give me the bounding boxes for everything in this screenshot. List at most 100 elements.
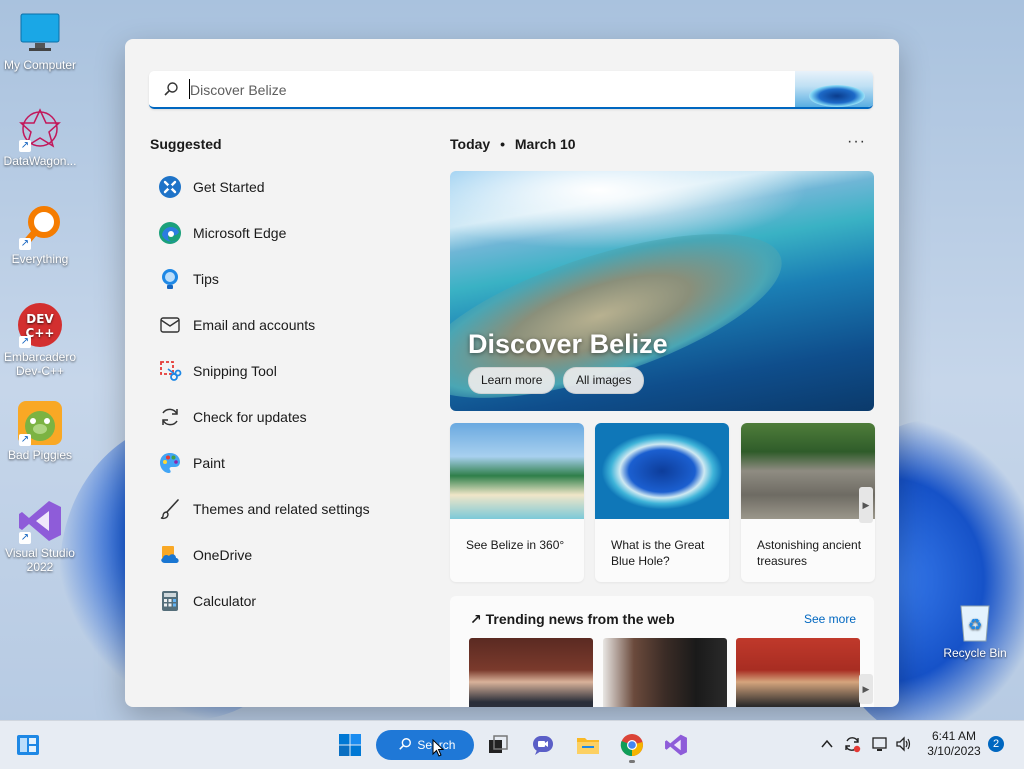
taskbar-search-button[interactable]: Search [376,730,474,760]
desktop-icon-label: Everything [11,252,69,266]
recycle-bin-icon: ♻ [952,598,998,644]
shortcut-arrow-icon: ↗ [19,336,31,348]
suggested-item-label: Snipping Tool [193,363,277,379]
suggested-item-label: Themes and related settings [193,501,370,517]
trending-heading: ↗ Trending news from the web [470,611,675,628]
beach-image [450,423,584,519]
shortcut-arrow-icon: ↗ [19,434,31,446]
card-caption: What is the Great Blue Hole? [611,538,705,568]
file-explorer-icon[interactable] [576,733,600,757]
more-options-button[interactable]: ··· [847,133,866,151]
sync-icon[interactable] [843,735,861,758]
card-blue-hole[interactable]: What is the Great Blue Hole? [595,423,729,582]
network-icon[interactable] [871,735,889,758]
volume-icon[interactable] [895,735,913,758]
search-placeholder: Discover Belize [190,82,287,98]
widgets-icon[interactable] [16,733,40,757]
start-panel: Discover Belize Suggested Get Started Mi… [125,39,899,707]
desktop-icon-label: Recycle Bin [943,646,1007,660]
cards-scroll-right-button[interactable]: ▶ [859,487,873,523]
trending-news-card: ↗ Trending news from the web See more ▶ [450,596,874,707]
taskbar: Search 6:41 AM 3/10/2023 2 [0,720,1024,769]
get-started-icon [157,174,183,200]
suggested-item-email[interactable]: Email and accounts [157,302,417,348]
desktop-icon-my-computer[interactable]: My Computer [0,10,80,72]
clock[interactable]: 6:41 AM 3/10/2023 [926,729,982,759]
all-images-button[interactable]: All images [563,367,645,394]
today-date: March 10 [514,136,576,152]
search-icon [398,732,412,762]
chrome-icon[interactable] [620,733,644,763]
start-button-icon[interactable] [338,733,362,757]
blue-hole-image [809,85,865,107]
visual-studio-taskbar-icon[interactable] [664,733,688,757]
suggested-item-snipping-tool[interactable]: Snipping Tool [157,348,417,394]
shortcut-arrow-icon: ↗ [19,140,31,152]
see-more-link[interactable]: See more [804,612,856,626]
suggested-item-get-started[interactable]: Get Started [157,164,417,210]
trending-title: Trending news from the web [485,611,675,627]
news-thumbnail[interactable] [603,638,727,707]
suggested-item-edge[interactable]: Microsoft Edge [157,210,417,256]
suggested-item-calculator[interactable]: Calculator [157,578,417,624]
suggested-list: Get Started Microsoft Edge Tips Email an… [157,164,417,624]
trending-arrow-icon: ↗ [470,611,482,627]
suggested-item-label: OneDrive [193,547,253,563]
card-caption: Astonishing ancient treasures [757,538,862,568]
notification-badge[interactable]: 2 [988,736,1004,752]
card-belize-360[interactable]: See Belize in 360° [450,423,584,582]
desktop-icon-dev-cpp[interactable]: DEV C++ ↗ Embarcadero Dev-C++ [0,302,80,378]
brush-icon [157,496,183,522]
suggested-item-tips[interactable]: Tips [157,256,417,302]
svg-text:♻: ♻ [968,615,982,634]
dev-cpp-icon: DEV C++ ↗ [17,302,63,348]
tips-icon [157,266,183,292]
suggested-item-label: Email and accounts [193,317,316,333]
card-caption: See Belize in 360° [466,538,565,552]
bad-piggies-icon: ↗ [17,400,63,446]
desktop-icon-recycle-bin[interactable]: ♻ Recycle Bin [935,598,1015,660]
news-thumbnail[interactable] [469,638,593,707]
card-ancient-treasures[interactable]: Astonishing ancient treasures [741,423,875,582]
today-label: Today [450,136,491,152]
clock-date: 3/10/2023 [927,744,981,758]
desktop-icon-datawagon[interactable]: ↗ DataWagon... [0,106,80,168]
desktop-icon-visual-studio[interactable]: ↗ Visual Studio 2022 [0,498,80,574]
desktop-icon-label: DataWagon... [3,154,77,168]
magnifier-orange-icon: ↗ [17,204,63,250]
learn-more-button[interactable]: Learn more [468,367,556,394]
hero-card[interactable]: Discover Belize Learn more All images [450,171,874,411]
desktop-icon-label: My Computer [3,58,77,72]
task-view-icon[interactable] [486,733,510,757]
suggested-item-label: Microsoft Edge [193,225,287,241]
suggested-item-label: Calculator [193,593,257,609]
desktop-icon-bad-piggies[interactable]: ↗ Bad Piggies [0,400,80,462]
news-scroll-right-button[interactable]: ▶ [859,674,873,704]
search-highlight-image[interactable] [795,71,873,107]
desktop-icon-label: Embarcadero Dev-C++ [3,350,77,378]
suggested-item-themes[interactable]: Themes and related settings [157,486,417,532]
desktop-icon-label: Visual Studio 2022 [5,546,75,574]
news-thumbnail[interactable] [736,638,860,707]
mouse-cursor-icon [432,738,445,762]
svg-text:DEV: DEV [26,312,54,326]
onedrive-icon [157,542,183,568]
suggested-item-check-updates[interactable]: Check for updates [157,394,417,440]
suggested-item-paint[interactable]: Paint [157,440,417,486]
hero-title: Discover Belize [468,329,668,359]
search-box[interactable]: Discover Belize [149,71,873,109]
today-separator: • [500,136,505,152]
shortcut-arrow-icon: ↗ [19,238,31,250]
visual-studio-icon: ↗ [17,498,63,544]
clock-time: 6:41 AM [931,729,977,743]
monitor-icon [17,10,63,56]
desktop-icon-label: Bad Piggies [7,448,73,462]
show-hidden-icons-button[interactable] [820,737,834,756]
edge-icon [157,220,183,246]
suggested-item-onedrive[interactable]: OneDrive [157,532,417,578]
desktop-icon-everything[interactable]: ↗ Everything [0,204,80,266]
suggested-item-label: Check for updates [193,409,307,425]
snipping-tool-icon [157,358,183,384]
teams-chat-icon[interactable] [531,733,555,757]
suggested-item-label: Get Started [193,179,265,195]
